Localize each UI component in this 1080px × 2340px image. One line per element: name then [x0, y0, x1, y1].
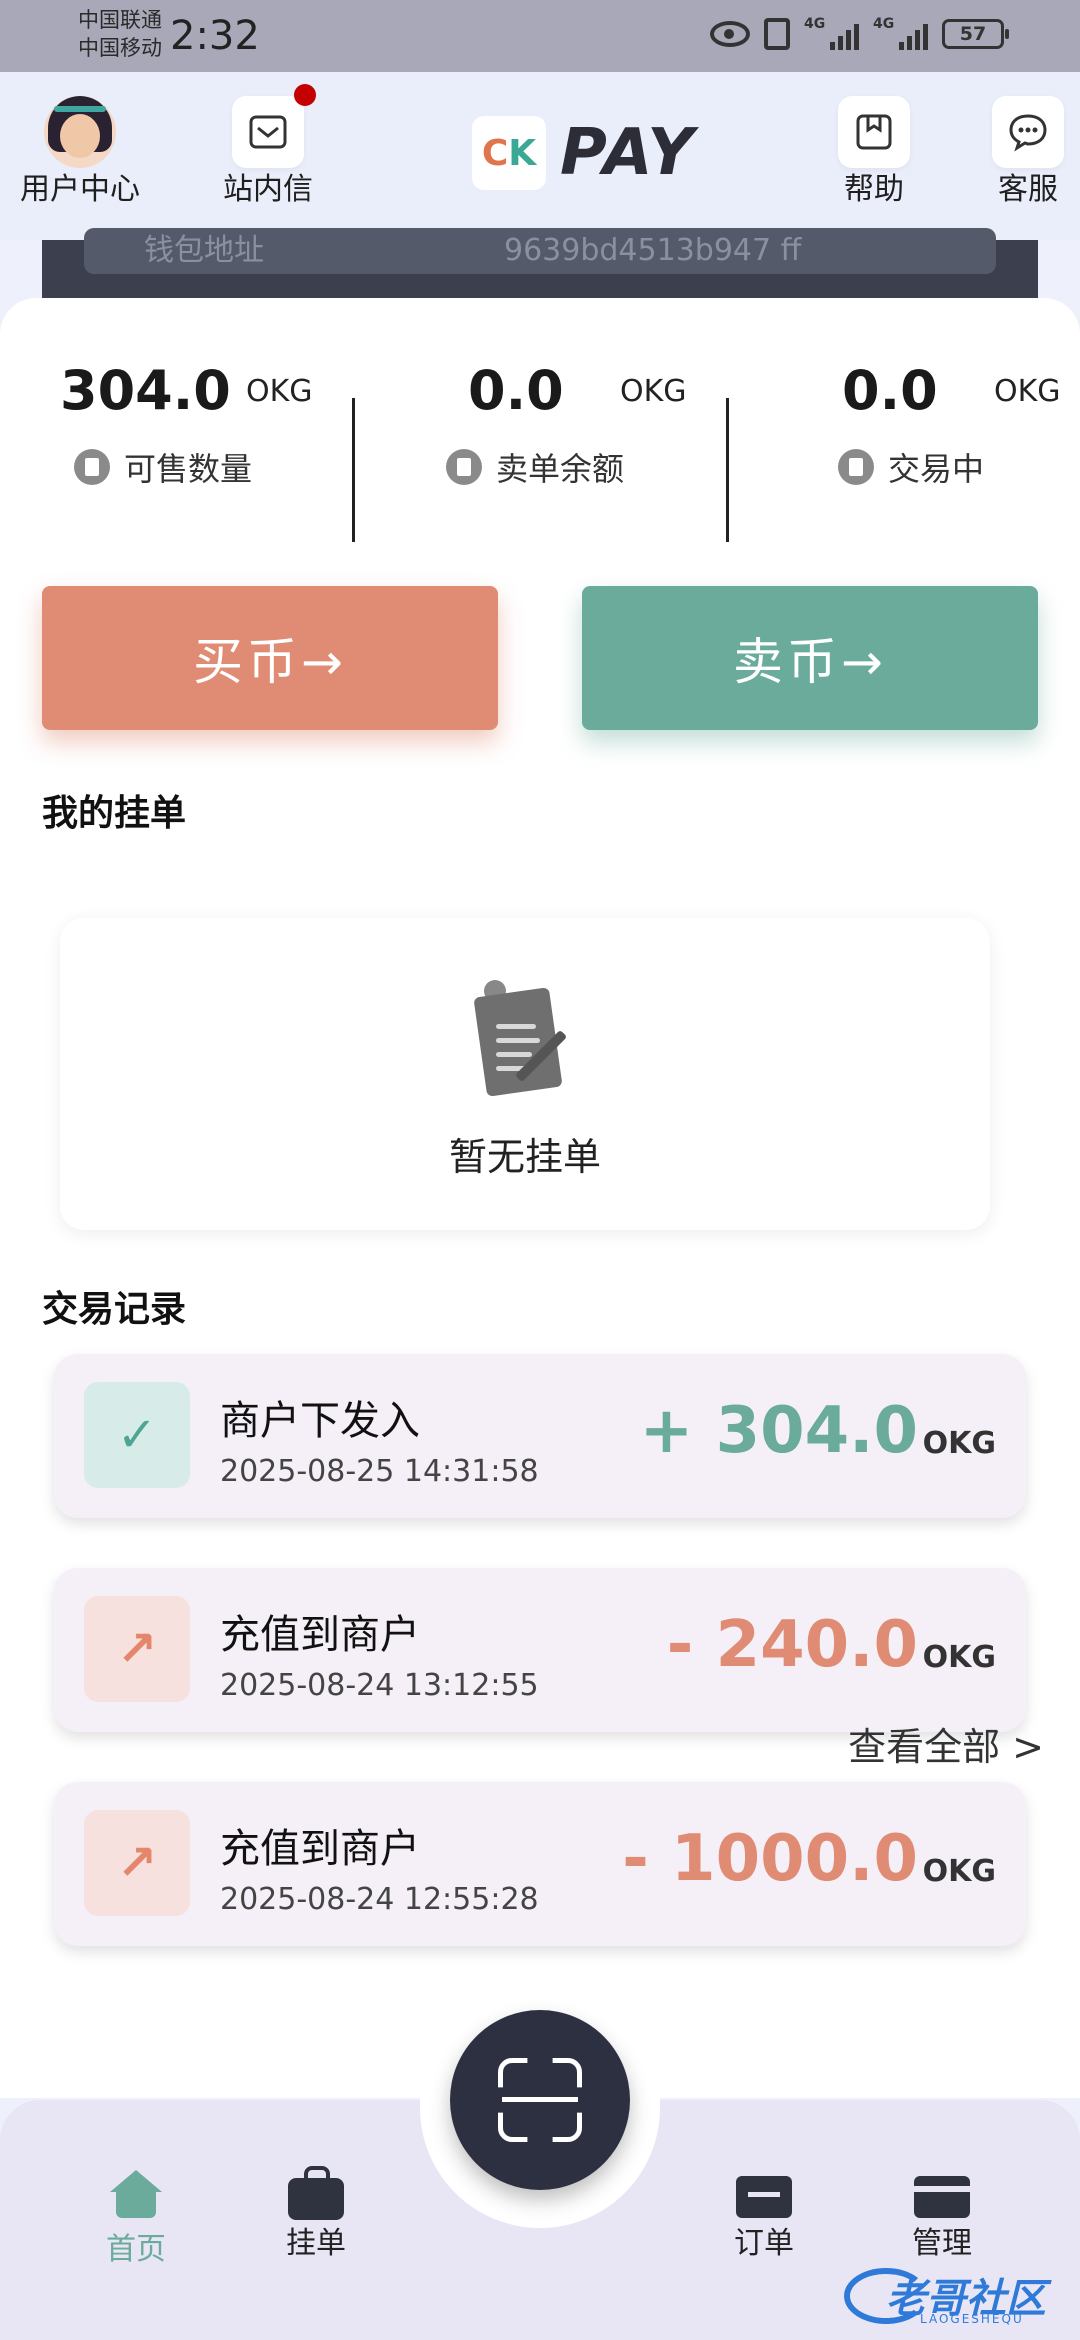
record-amount: - 240.0 [666, 1608, 918, 1682]
bag-icon [288, 2166, 344, 2220]
record-time: 2025-08-24 12:55:28 [220, 1882, 539, 1917]
stat-unit: OKG [620, 374, 687, 409]
document-icon [446, 449, 482, 485]
stat-available: 304.0 OKG 可售数量 [0, 348, 360, 498]
wallet-address-row[interactable]: 钱包地址 9639bd4513b947 ff [84, 228, 996, 274]
stat-value: 0.0 [842, 359, 938, 422]
record-time: 2025-08-25 14:31:58 [220, 1454, 539, 1489]
record-item[interactable]: ↗ 充值到商户 2025-08-24 13:12:55 - 240.0 OKG [54, 1568, 1026, 1732]
nav-listings-label: 挂单 [286, 2226, 346, 2261]
logo-mark-icon: CK [472, 116, 546, 190]
coin-icon [74, 449, 110, 485]
nav-listings[interactable]: 挂单 [246, 2166, 386, 2262]
record-item[interactable]: ✓ 商户下发入 2025-08-25 14:31:58 + 304.0 OKG [54, 1354, 1026, 1518]
status-bar: 中国联通 中国移动 2:32 4G 4G 57 [0, 0, 1080, 72]
carrier-1: 中国联通 [78, 8, 162, 32]
card-icon [914, 2176, 970, 2218]
signal-label-2: 4G [873, 16, 895, 32]
carrier-2: 中国移动 [78, 36, 162, 60]
sell-button[interactable]: 卖币→ [582, 586, 1038, 730]
wallet-card: 钱包地址 9639bd4513b947 ff [42, 228, 1038, 300]
record-unit: OKG [922, 1426, 996, 1461]
nav-orders[interactable]: 订单 [694, 2170, 834, 2262]
stat-value: 0.0 [468, 359, 564, 422]
nav-home[interactable]: 首页 [66, 2170, 206, 2268]
unread-dot [294, 84, 316, 106]
vibrate-icon [764, 18, 790, 50]
stat-label: 可售数量 [74, 444, 252, 490]
home-icon [108, 2170, 164, 2218]
check-icon: ✓ [84, 1382, 190, 1488]
record-title: 充值到商户 [220, 1612, 420, 1658]
briefcase-icon [736, 2176, 792, 2218]
wallet-address-label: 钱包地址 [144, 233, 264, 268]
service-label: 客服 [998, 172, 1058, 207]
record-amount: + 304.0 [639, 1394, 918, 1468]
stat-unit: OKG [994, 374, 1061, 409]
user-center-label: 用户中心 [20, 172, 140, 207]
nav-home-label: 首页 [106, 2232, 166, 2267]
empty-document-icon [460, 980, 568, 1100]
record-unit: OKG [922, 1640, 996, 1675]
app-header: 用户中心 站内信 CK PAY 帮助 客服 [0, 72, 1080, 240]
empty-orders-card: 暂无挂单 [60, 918, 990, 1230]
record-unit: OKG [922, 1854, 996, 1889]
printer-icon [838, 449, 874, 485]
stat-value: 304.0 [60, 359, 231, 422]
chat-icon [992, 96, 1064, 168]
record-title: 充值到商户 [220, 1826, 420, 1872]
buy-button[interactable]: 买币→ [42, 586, 498, 730]
help-label: 帮助 [844, 172, 904, 207]
wallet-address-value: 9639bd4513b947 ff [504, 233, 802, 268]
avatar [44, 96, 116, 168]
empty-orders-text: 暂无挂单 [448, 1135, 601, 1179]
book-icon [838, 96, 910, 168]
mail-icon [232, 84, 316, 168]
record-amount: - 1000.0 [622, 1822, 918, 1896]
my-orders-title: 我的挂单 [42, 793, 187, 834]
arrow-up-right-icon: ↗ [84, 1810, 190, 1916]
eye-comfort-icon [710, 21, 750, 47]
stat-divider [352, 398, 355, 542]
balance-stats: 304.0 OKG 可售数量 0.0 OKG 卖单余额 0.0 OKG 交易中 [0, 348, 1080, 542]
battery-icon: 57 [942, 19, 1009, 49]
service-button[interactable]: 客服 [978, 96, 1078, 210]
view-all-link[interactable]: 查看全部 > [848, 1716, 1044, 1771]
stat-label: 交易中 [838, 444, 984, 490]
messages-label: 站内信 [223, 172, 313, 207]
watermark-logo: 老哥社区 LAOGESHEQU [840, 2262, 1070, 2332]
carrier-info: 中国联通 中国移动 [78, 6, 162, 62]
stat-sell-balance: 0.0 OKG 卖单余额 [360, 348, 720, 498]
scan-button[interactable] [450, 2010, 630, 2190]
logo-text: PAY [560, 116, 696, 190]
help-button[interactable]: 帮助 [824, 96, 924, 210]
arrow-up-right-icon: ↗ [84, 1596, 190, 1702]
records-title: 交易记录 [42, 1289, 187, 1330]
stat-label: 卖单余额 [446, 444, 624, 490]
stat-unit: OKG [246, 374, 313, 409]
signal-label-1: 4G [804, 16, 826, 32]
system-icons: 4G 4G 57 [710, 16, 1009, 50]
signal-icon-2: 4G [873, 16, 928, 50]
nav-manage[interactable]: 管理 [872, 2170, 1012, 2262]
nav-orders-label: 订单 [734, 2226, 794, 2261]
record-title: 商户下发入 [220, 1398, 420, 1444]
status-time: 2:32 [170, 13, 260, 59]
main-content: 304.0 OKG 可售数量 0.0 OKG 卖单余额 0.0 OKG 交易中 … [0, 298, 1080, 2098]
user-center-button[interactable]: 用户中心 [16, 96, 144, 210]
record-item[interactable]: ↗ 充值到商户 2025-08-24 12:55:28 - 1000.0 OKG [54, 1782, 1026, 1946]
record-time: 2025-08-24 13:12:55 [220, 1668, 539, 1703]
signal-icon-1: 4G [804, 16, 859, 50]
watermark-sub: LAOGESHEQU [920, 2312, 1024, 2326]
messages-button[interactable]: 站内信 [218, 84, 318, 210]
nav-manage-label: 管理 [912, 2226, 972, 2261]
stat-trading: 0.0 OKG 交易中 [720, 348, 1080, 498]
app-logo: CK PAY [472, 116, 696, 190]
